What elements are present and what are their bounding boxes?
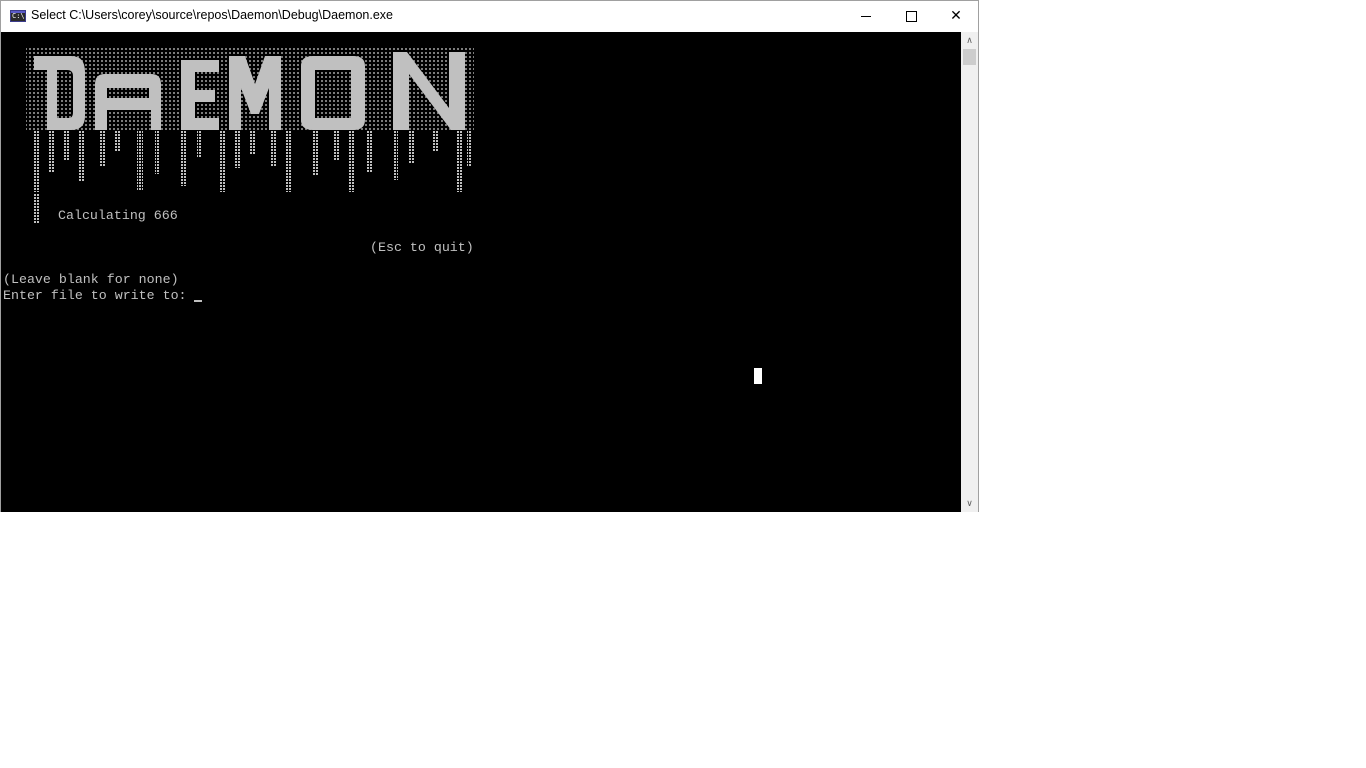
console-app-icon: C:\	[10, 10, 26, 22]
minimize-icon	[861, 15, 871, 17]
chevron-down-icon: ∨	[966, 498, 973, 509]
blank-hint: (Leave blank for none)	[3, 272, 179, 287]
mouse-block-cursor	[754, 368, 762, 384]
scroll-down-button[interactable]: ∨	[961, 495, 978, 512]
title-bar[interactable]: C:\ Select C:\Users\corey\source\repos\D…	[1, 1, 978, 31]
console-output[interactable]: Calculating 666 (Esc to quit) (Leave bla…	[1, 32, 961, 512]
close-icon: ✕	[950, 8, 962, 24]
console-window: C:\ Select C:\Users\corey\source\repos\D…	[0, 0, 979, 512]
scroll-up-button[interactable]: ∧	[961, 32, 978, 49]
chevron-up-icon: ∧	[966, 35, 973, 46]
scroll-thumb[interactable]	[963, 49, 976, 65]
vertical-scrollbar[interactable]: ∧ ∨	[961, 32, 978, 512]
file-prompt[interactable]: Enter file to write to:	[3, 288, 195, 304]
window-title: Select C:\Users\corey\source\repos\Daemo…	[31, 8, 393, 22]
close-button[interactable]: ✕	[933, 1, 979, 31]
quit-hint: (Esc to quit)	[370, 240, 474, 255]
status-line: Calculating 666	[58, 208, 178, 223]
maximize-button[interactable]	[888, 1, 934, 31]
maximize-icon	[905, 10, 917, 22]
minimize-button[interactable]	[843, 1, 889, 31]
daemon-ascii-logo	[26, 48, 474, 224]
text-caret	[194, 300, 202, 302]
